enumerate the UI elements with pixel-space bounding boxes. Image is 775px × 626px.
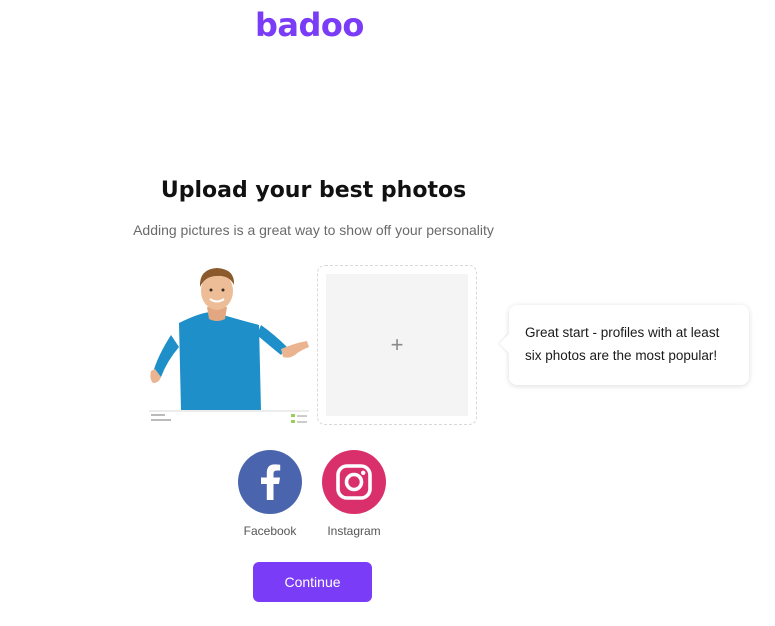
- continue-button[interactable]: Continue: [253, 562, 372, 602]
- facebook-button[interactable]: [238, 450, 302, 514]
- tooltip-line-1: Great start - profiles with at least: [525, 325, 720, 340]
- facebook-label: Facebook: [243, 524, 297, 538]
- tip-tooltip: Great start - profiles with at least six…: [509, 305, 749, 385]
- badoo-logo[interactable]: badoo: [255, 6, 364, 44]
- facebook-icon: [261, 464, 281, 500]
- instagram-import[interactable]: Instagram: [314, 450, 394, 538]
- uploaded-photo[interactable]: [149, 265, 309, 425]
- add-photo-slot[interactable]: +: [317, 265, 477, 425]
- page-subtitle: Adding pictures is a great way to show o…: [133, 222, 494, 238]
- instagram-label: Instagram: [327, 524, 381, 538]
- plus-icon: +: [390, 332, 404, 357]
- instagram-button[interactable]: [322, 450, 386, 514]
- facebook-import[interactable]: Facebook: [230, 450, 310, 538]
- tooltip-line-2: six photos are the most popular!: [525, 348, 718, 363]
- instagram-icon: [336, 464, 372, 500]
- page-title: Upload your best photos: [160, 178, 467, 203]
- upload-photos-page: badoo Upload your best photos Adding pic…: [0, 0, 775, 626]
